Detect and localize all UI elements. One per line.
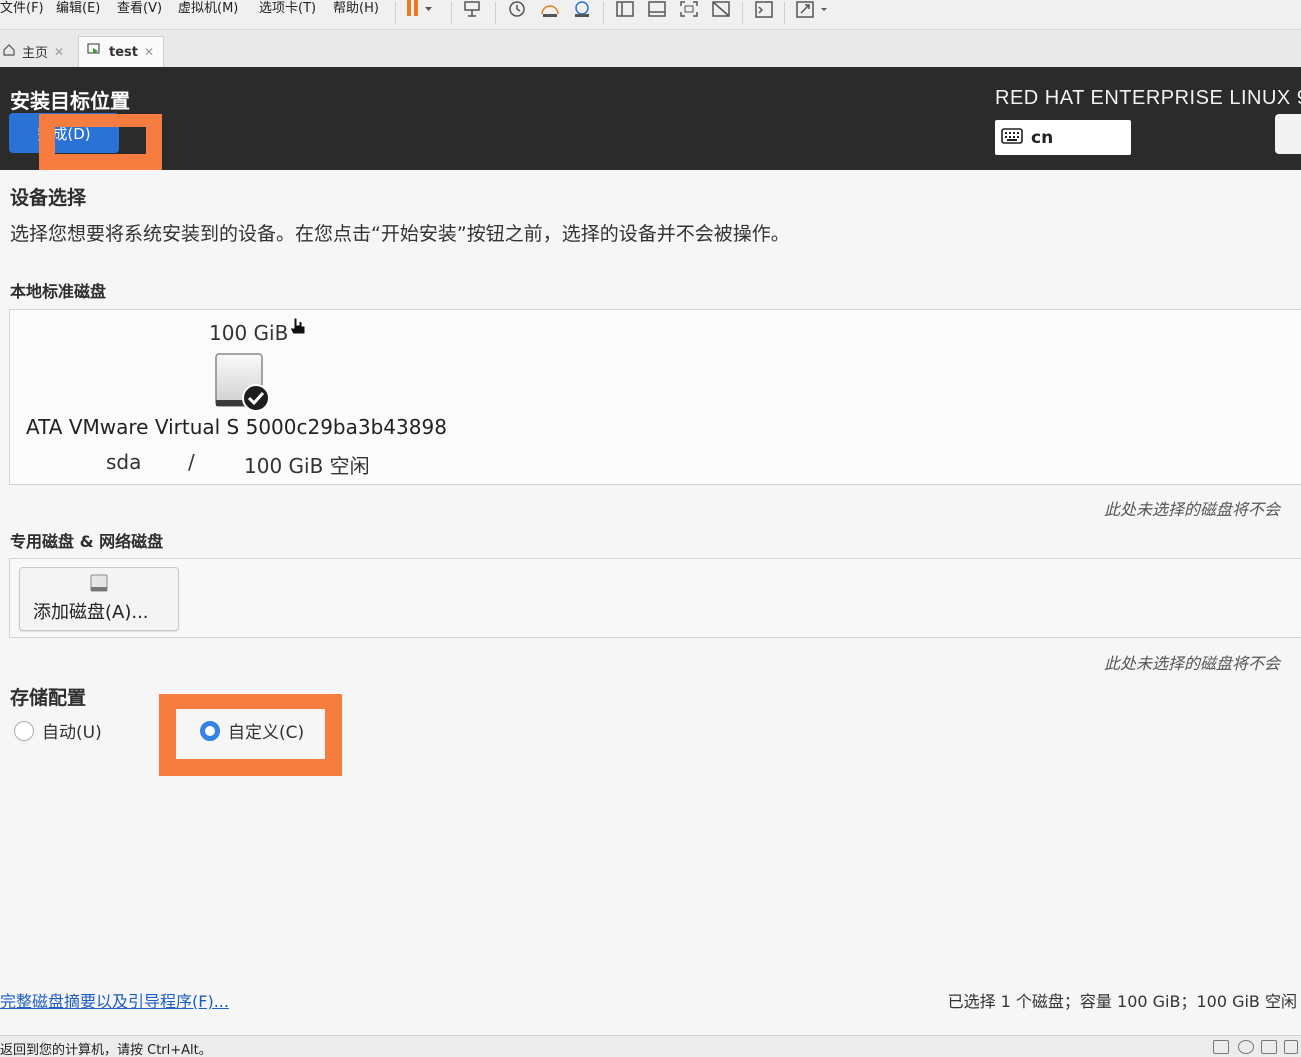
- highlight-box: [39, 114, 162, 170]
- sound-status-icon[interactable]: [1284, 1040, 1298, 1054]
- special-disks-title: 专用磁盘 & 网络磁盘: [10, 532, 164, 551]
- toolbar-separator: [451, 2, 452, 24]
- vm-status-bar: 返回到您的计算机，请按 Ctrl+Alt。: [0, 1035, 1301, 1057]
- storage-auto-option[interactable]: 自动(U): [14, 718, 102, 743]
- toolbar-separator: [784, 2, 785, 24]
- cd-drive-status-icon[interactable]: [1238, 1040, 1254, 1054]
- snapshot-manager-icon[interactable]: [570, 0, 594, 20]
- network-status-icon[interactable]: [1261, 1040, 1277, 1054]
- device-selection-title: 设备选择: [10, 187, 87, 209]
- restore-snapshot-icon[interactable]: [538, 0, 562, 20]
- help-button[interactable]: [1275, 114, 1301, 154]
- add-disk-button[interactable]: 添加磁盘(A)...: [19, 567, 179, 631]
- menu-help[interactable]: 帮助(H): [333, 0, 379, 18]
- keyboard-icon: [1001, 127, 1023, 148]
- radio-button-unchecked[interactable]: [14, 720, 34, 741]
- toolbar-separator: [742, 2, 743, 24]
- menu-edit[interactable]: 编辑(E): [56, 0, 100, 18]
- menu-file[interactable]: 文件(F): [0, 0, 44, 18]
- pause-icon[interactable]: [405, 0, 435, 20]
- home-icon: [2, 43, 16, 61]
- special-disks-note: 此处未选择的磁盘将不会: [1104, 654, 1281, 673]
- close-icon[interactable]: ✕: [144, 45, 154, 59]
- disk-device: sda: [106, 450, 142, 474]
- keyboard-layout-label: cn: [1031, 127, 1054, 148]
- toolbar-separator: [603, 2, 604, 24]
- local-disks-title: 本地标准磁盘: [10, 282, 107, 301]
- vm-status-text: 返回到您的计算机，请按 Ctrl+Alt。: [0, 1043, 212, 1057]
- vm-tab-bar: 主页 ✕ test ✕: [0, 30, 1301, 67]
- close-icon[interactable]: ✕: [54, 45, 64, 59]
- fullscreen-icon[interactable]: [677, 0, 701, 20]
- menu-tabs[interactable]: 选项卡(T): [259, 0, 316, 18]
- keyboard-layout-indicator[interactable]: cn: [995, 120, 1131, 155]
- disk-name: ATA VMware Virtual S 5000c29ba3b43898: [26, 415, 447, 439]
- storage-auto-label: 自动(U): [42, 723, 102, 743]
- toolbar-separator: [395, 2, 396, 24]
- sidebar-view-icon[interactable]: [613, 0, 637, 20]
- toolbar-separator: [495, 2, 496, 24]
- add-disk-label: 添加磁盘(A)...: [33, 602, 149, 623]
- unity-icon[interactable]: [709, 0, 733, 20]
- selection-summary-status: 已选择 1 个磁盘；容量 100 GiB；100 GiB 空闲: [947, 992, 1297, 1011]
- hard-disk-selected-icon: [214, 352, 274, 412]
- menu-view[interactable]: 查看(V): [117, 0, 162, 18]
- device-selection-description: 选择您想要将系统安装到的设备。在您点击“开始安装”按钮之前，选择的设备并不会被操…: [10, 223, 790, 245]
- disk-free-space: 100 GiB 空闲: [244, 454, 370, 478]
- special-disks-panel: 添加磁盘(A)...: [9, 558, 1301, 638]
- local-disks-panel: 100 GiB ATA VMware Virtual S 5000c29ba3b…: [9, 309, 1301, 485]
- page-title: 安装目标位置: [10, 89, 130, 113]
- terminal-icon[interactable]: [752, 0, 776, 20]
- snapshot-icon[interactable]: [505, 0, 529, 20]
- hand-cursor-icon: [288, 316, 308, 338]
- tab-home-label: 主页: [22, 46, 49, 61]
- stretch-icon[interactable]: [794, 0, 832, 20]
- product-title: RED HAT ENTERPRISE LINUX 9: [995, 87, 1301, 109]
- console-view-icon[interactable]: [645, 0, 669, 20]
- disk-icon: [90, 574, 108, 592]
- tab-home[interactable]: 主页 ✕: [0, 36, 72, 67]
- send-keys-icon[interactable]: [462, 0, 486, 20]
- hard-disk-status-icon[interactable]: [1213, 1040, 1229, 1054]
- local-disks-note: 此处未选择的磁盘将不会: [1104, 500, 1281, 519]
- storage-config-title: 存储配置: [10, 687, 87, 709]
- disk-size: 100 GiB: [209, 321, 289, 345]
- vm-icon: [87, 43, 103, 61]
- installer-header: 安装目标位置 完成(D) RED HAT ENTERPRISE LINUX 9 …: [0, 67, 1301, 170]
- tab-test-label: test: [109, 44, 138, 60]
- tab-test[interactable]: test ✕: [78, 36, 164, 67]
- vm-menu-bar: 文件(F) 编辑(E) 查看(V) 虚拟机(M) 选项卡(T) 帮助(H): [0, 0, 1301, 30]
- full-disk-summary-link[interactable]: 完整磁盘摘要以及引导程序(F)...: [0, 988, 229, 1012]
- menu-vm[interactable]: 虚拟机(M): [178, 0, 238, 18]
- highlight-box: [159, 694, 342, 776]
- disk-separator: /: [188, 450, 195, 474]
